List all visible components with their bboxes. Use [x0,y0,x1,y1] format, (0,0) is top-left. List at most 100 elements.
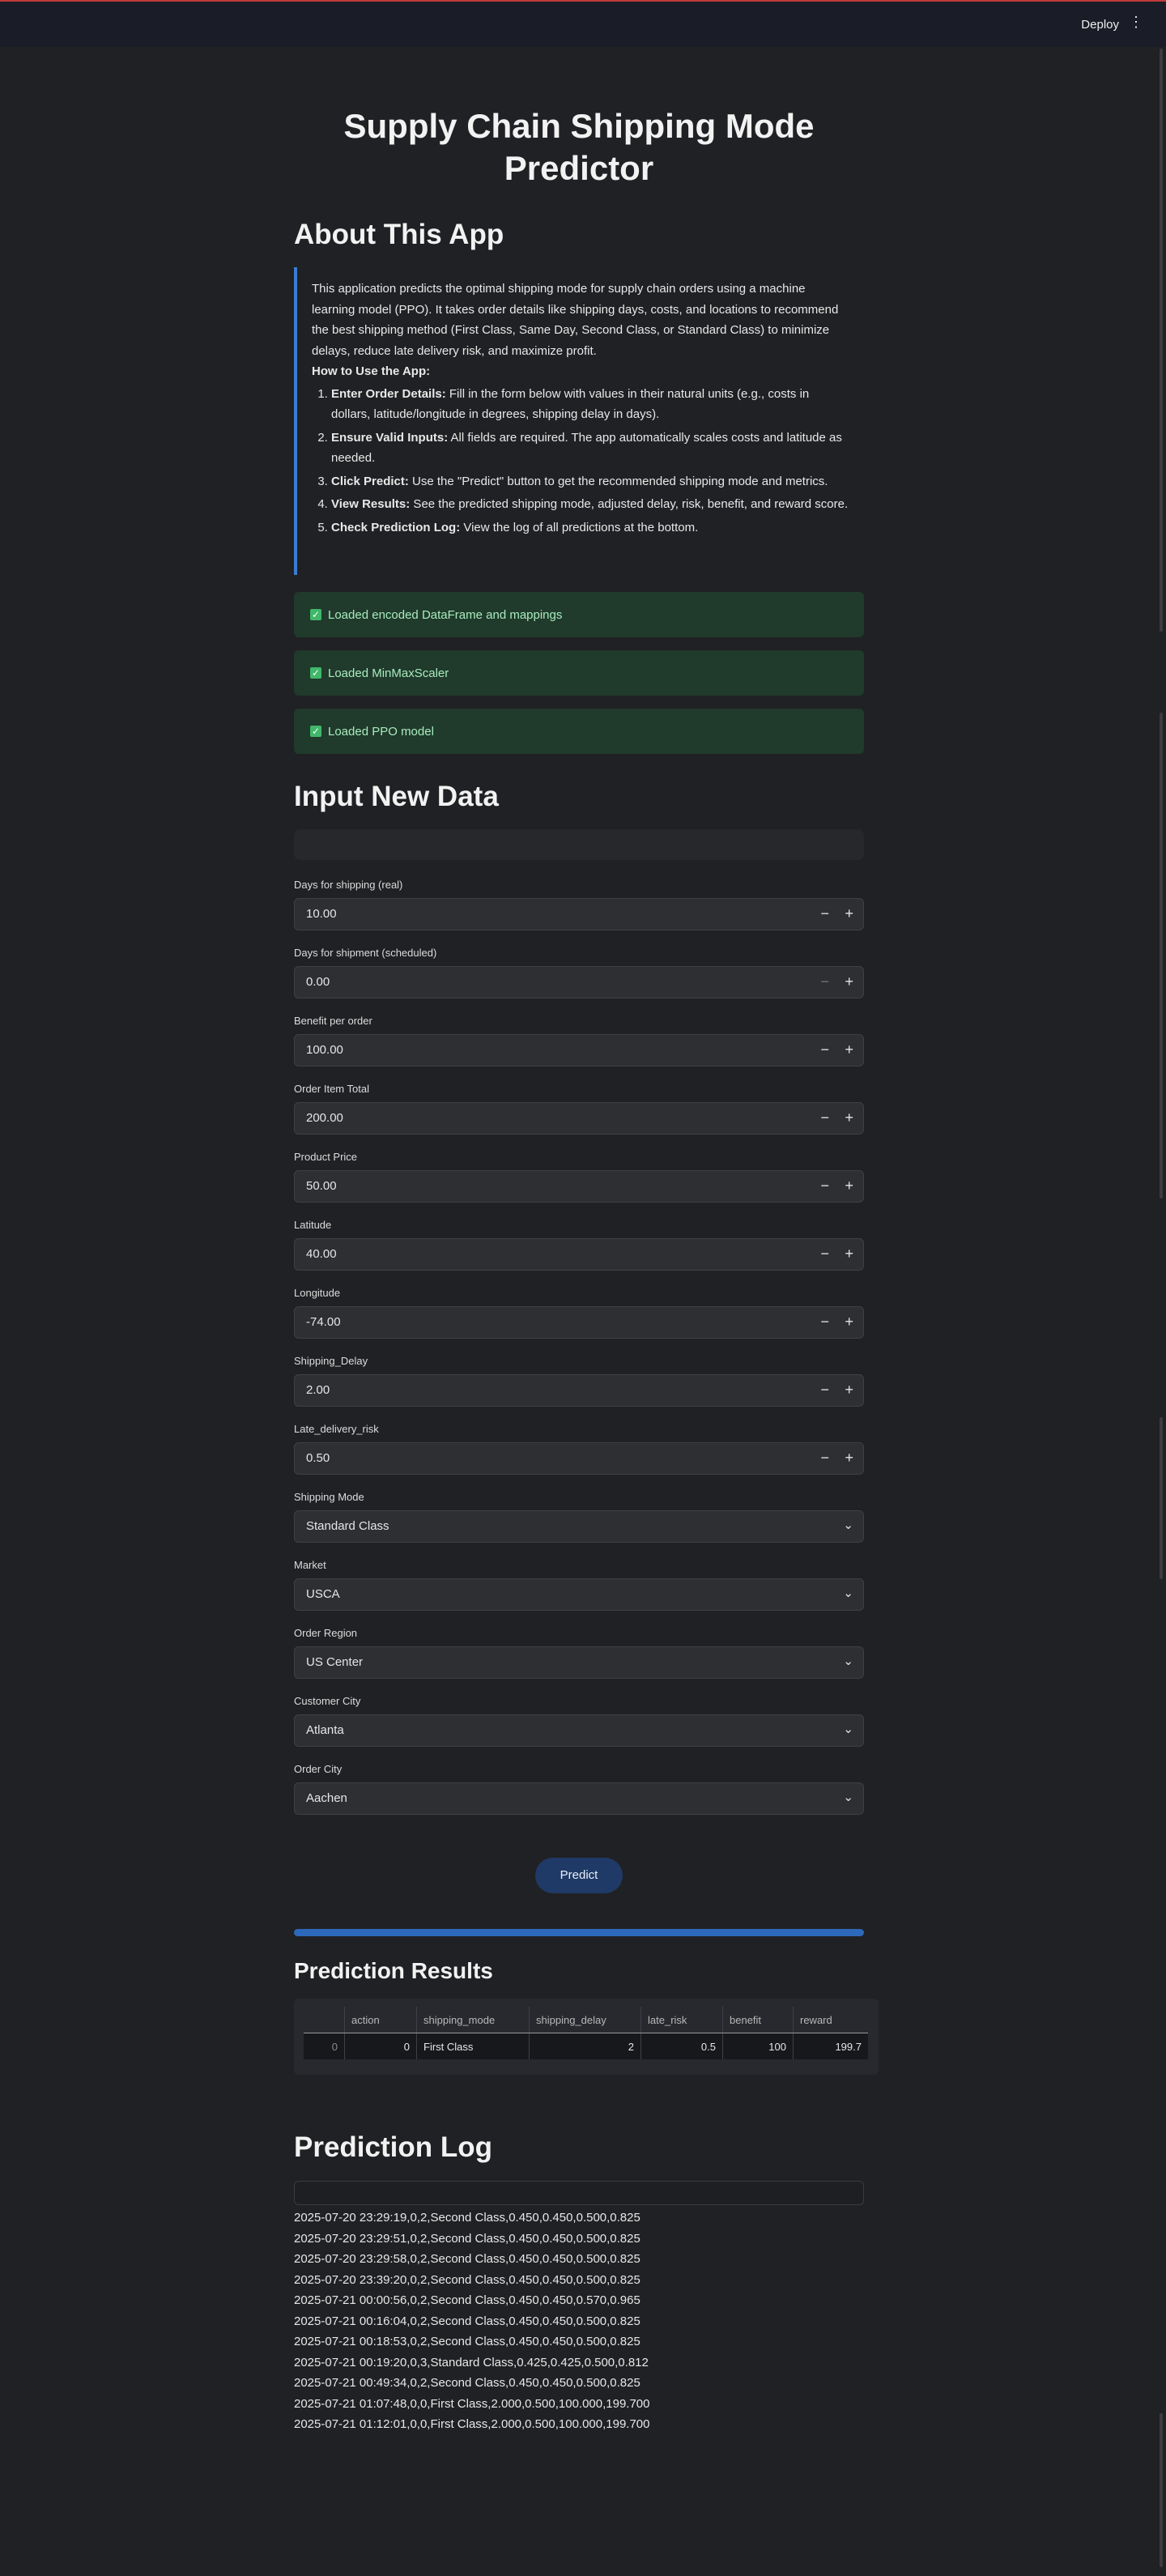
benefit-per-order-input[interactable]: 100.00 − + [294,1034,864,1067]
input-heading: Input New Data [294,781,499,812]
chevron-down-icon[interactable]: ⌄ [843,1790,853,1804]
success-alert-scaler: ✓ Loaded MinMaxScaler [294,650,864,696]
days-shipment-scheduled-input[interactable]: 0.00 − + [294,966,864,998]
increment-icon[interactable]: + [845,1245,853,1262]
shipping-mode-select[interactable]: Standard Class ⌄ [294,1510,864,1543]
decrement-icon[interactable]: − [820,1450,829,1467]
scrollbar-thumb[interactable] [1160,49,1163,632]
column-header[interactable]: shipping_mode [416,2007,530,2033]
increment-icon[interactable]: + [845,1109,853,1126]
log-line: 2025-07-21 01:07:48,0,0,First Class,2.00… [294,2396,650,2411]
decrement-icon[interactable]: − [820,1177,829,1194]
progress-bar [294,1929,864,1936]
field-label: Shipping_Delay [294,1355,368,1367]
chevron-down-icon[interactable]: ⌄ [843,1722,853,1736]
table-cell[interactable]: 0 [344,2033,417,2059]
product-price-input[interactable]: 50.00 − + [294,1170,864,1203]
log-line: 2025-07-21 01:12:01,0,0,First Class,2.00… [294,2417,650,2431]
log-heading: Prediction Log [294,2131,492,2163]
scrollbar-thumb[interactable] [1160,713,1163,1199]
field-label: Days for shipping (real) [294,879,403,891]
about-description: This application predicts the optimal sh… [312,282,839,358]
checkmark-icon: ✓ [310,726,321,737]
scrollbar-thumb[interactable] [1160,2413,1163,2567]
decrement-icon[interactable]: − [820,905,829,922]
checkmark-icon: ✓ [310,609,321,620]
field-label: Order Item Total [294,1083,369,1095]
log-line: 2025-07-20 23:29:51,0,2,Second Class,0.4… [294,2231,640,2246]
how-to-label: How to Use the App: [312,364,431,378]
table-cell[interactable]: 199.7 [793,2033,868,2059]
about-info-box: This application predicts the optimal sh… [294,267,864,575]
field-label: Late_delivery_risk [294,1423,379,1435]
column-header[interactable]: shipping_delay [529,2007,641,2033]
table-cell[interactable]: First Class [416,2033,530,2059]
table-cell[interactable]: 0 [304,2033,345,2059]
column-header[interactable]: late_risk [640,2007,723,2033]
kebab-menu-icon[interactable]: ⋮ [1129,15,1143,29]
order-item-total-input[interactable]: 200.00 − + [294,1102,864,1135]
top-toolbar: Deploy ⋮ [0,0,1166,47]
results-table-container[interactable]: action shipping_mode shipping_delay late… [294,1999,879,2075]
days-shipping-real-input[interactable]: 10.00 − + [294,898,864,930]
deploy-button[interactable]: Deploy [1081,18,1119,32]
order-city-select[interactable]: Aachen ⌄ [294,1782,864,1815]
field-label: Order Region [294,1627,358,1639]
how-to-steps: Enter Order Details: Fill in the form be… [312,384,849,539]
column-header[interactable]: benefit [722,2007,794,2033]
log-container [294,2181,864,2205]
increment-icon[interactable]: + [845,905,853,922]
how-to-step: Check Prediction Log: View the log of al… [331,517,849,539]
decrement-icon[interactable]: − [820,1314,829,1331]
chevron-down-icon[interactable]: ⌄ [843,1518,853,1532]
increment-icon[interactable]: + [845,973,853,990]
chevron-down-icon[interactable]: ⌄ [843,1654,853,1668]
log-line: 2025-07-20 23:39:20,0,2,Second Class,0.4… [294,2272,640,2287]
decrement-icon[interactable]: − [820,1109,829,1126]
field-label: Customer City [294,1695,361,1707]
scrollbar-thumb[interactable] [1160,1417,1163,1579]
field-label: Shipping Mode [294,1491,364,1503]
table-row[interactable]: 0 0 First Class 2 0.5 100 199.7 [304,2033,868,2059]
log-line: 2025-07-21 00:16:04,0,2,Second Class,0.4… [294,2314,640,2328]
increment-icon[interactable]: + [845,1177,853,1194]
column-header[interactable]: action [344,2007,417,2033]
predict-button[interactable]: Predict [535,1858,623,1893]
late-delivery-risk-input[interactable]: 0.50 − + [294,1442,864,1475]
column-header[interactable]: reward [793,2007,868,2033]
field-label: Product Price [294,1151,358,1163]
form-header-bar [294,829,864,860]
decrement-icon[interactable]: − [820,973,829,990]
increment-icon[interactable]: + [845,1041,853,1058]
table-cell[interactable]: 100 [722,2033,794,2059]
field-label: Market [294,1559,326,1571]
latitude-input[interactable]: 40.00 − + [294,1238,864,1271]
how-to-step: Enter Order Details: Fill in the form be… [331,384,849,425]
chevron-down-icon[interactable]: ⌄ [843,1586,853,1600]
decrement-icon[interactable]: − [820,1382,829,1399]
increment-icon[interactable]: + [845,1450,853,1467]
success-alert-dataframe: ✓ Loaded encoded DataFrame and mappings [294,592,864,637]
column-header[interactable] [304,2007,345,2033]
table-cell[interactable]: 0.5 [640,2033,723,2059]
log-line: 2025-07-21 00:00:56,0,2,Second Class,0.4… [294,2293,640,2307]
increment-icon[interactable]: + [845,1314,853,1331]
about-heading: About This App [294,219,504,250]
increment-icon[interactable]: + [845,1382,853,1399]
page-title: Supply Chain Shipping Mode Predictor [343,107,815,187]
field-label: Latitude [294,1219,332,1231]
table-cell[interactable]: 2 [529,2033,641,2059]
decrement-icon[interactable]: − [820,1041,829,1058]
table-header-row: action shipping_mode shipping_delay late… [304,2007,868,2033]
shipping-delay-input[interactable]: 2.00 − + [294,1374,864,1407]
log-line: 2025-07-20 23:29:19,0,2,Second Class,0.4… [294,2211,640,2225]
log-line: 2025-07-21 00:18:53,0,2,Second Class,0.4… [294,2335,640,2348]
market-select[interactable]: USCA ⌄ [294,1578,864,1611]
customer-city-select[interactable]: Atlanta ⌄ [294,1714,864,1747]
order-region-select[interactable]: US Center ⌄ [294,1646,864,1679]
prediction-log-lines: 2025-07-20 23:29:19,0,2,Second Class,0.4… [294,2208,650,2435]
results-table[interactable]: action shipping_mode shipping_delay late… [304,2007,868,2059]
decrement-icon[interactable]: − [820,1245,829,1262]
longitude-input[interactable]: -74.00 − + [294,1306,864,1339]
log-line: 2025-07-21 00:49:34,0,2,Second Class,0.4… [294,2376,640,2390]
